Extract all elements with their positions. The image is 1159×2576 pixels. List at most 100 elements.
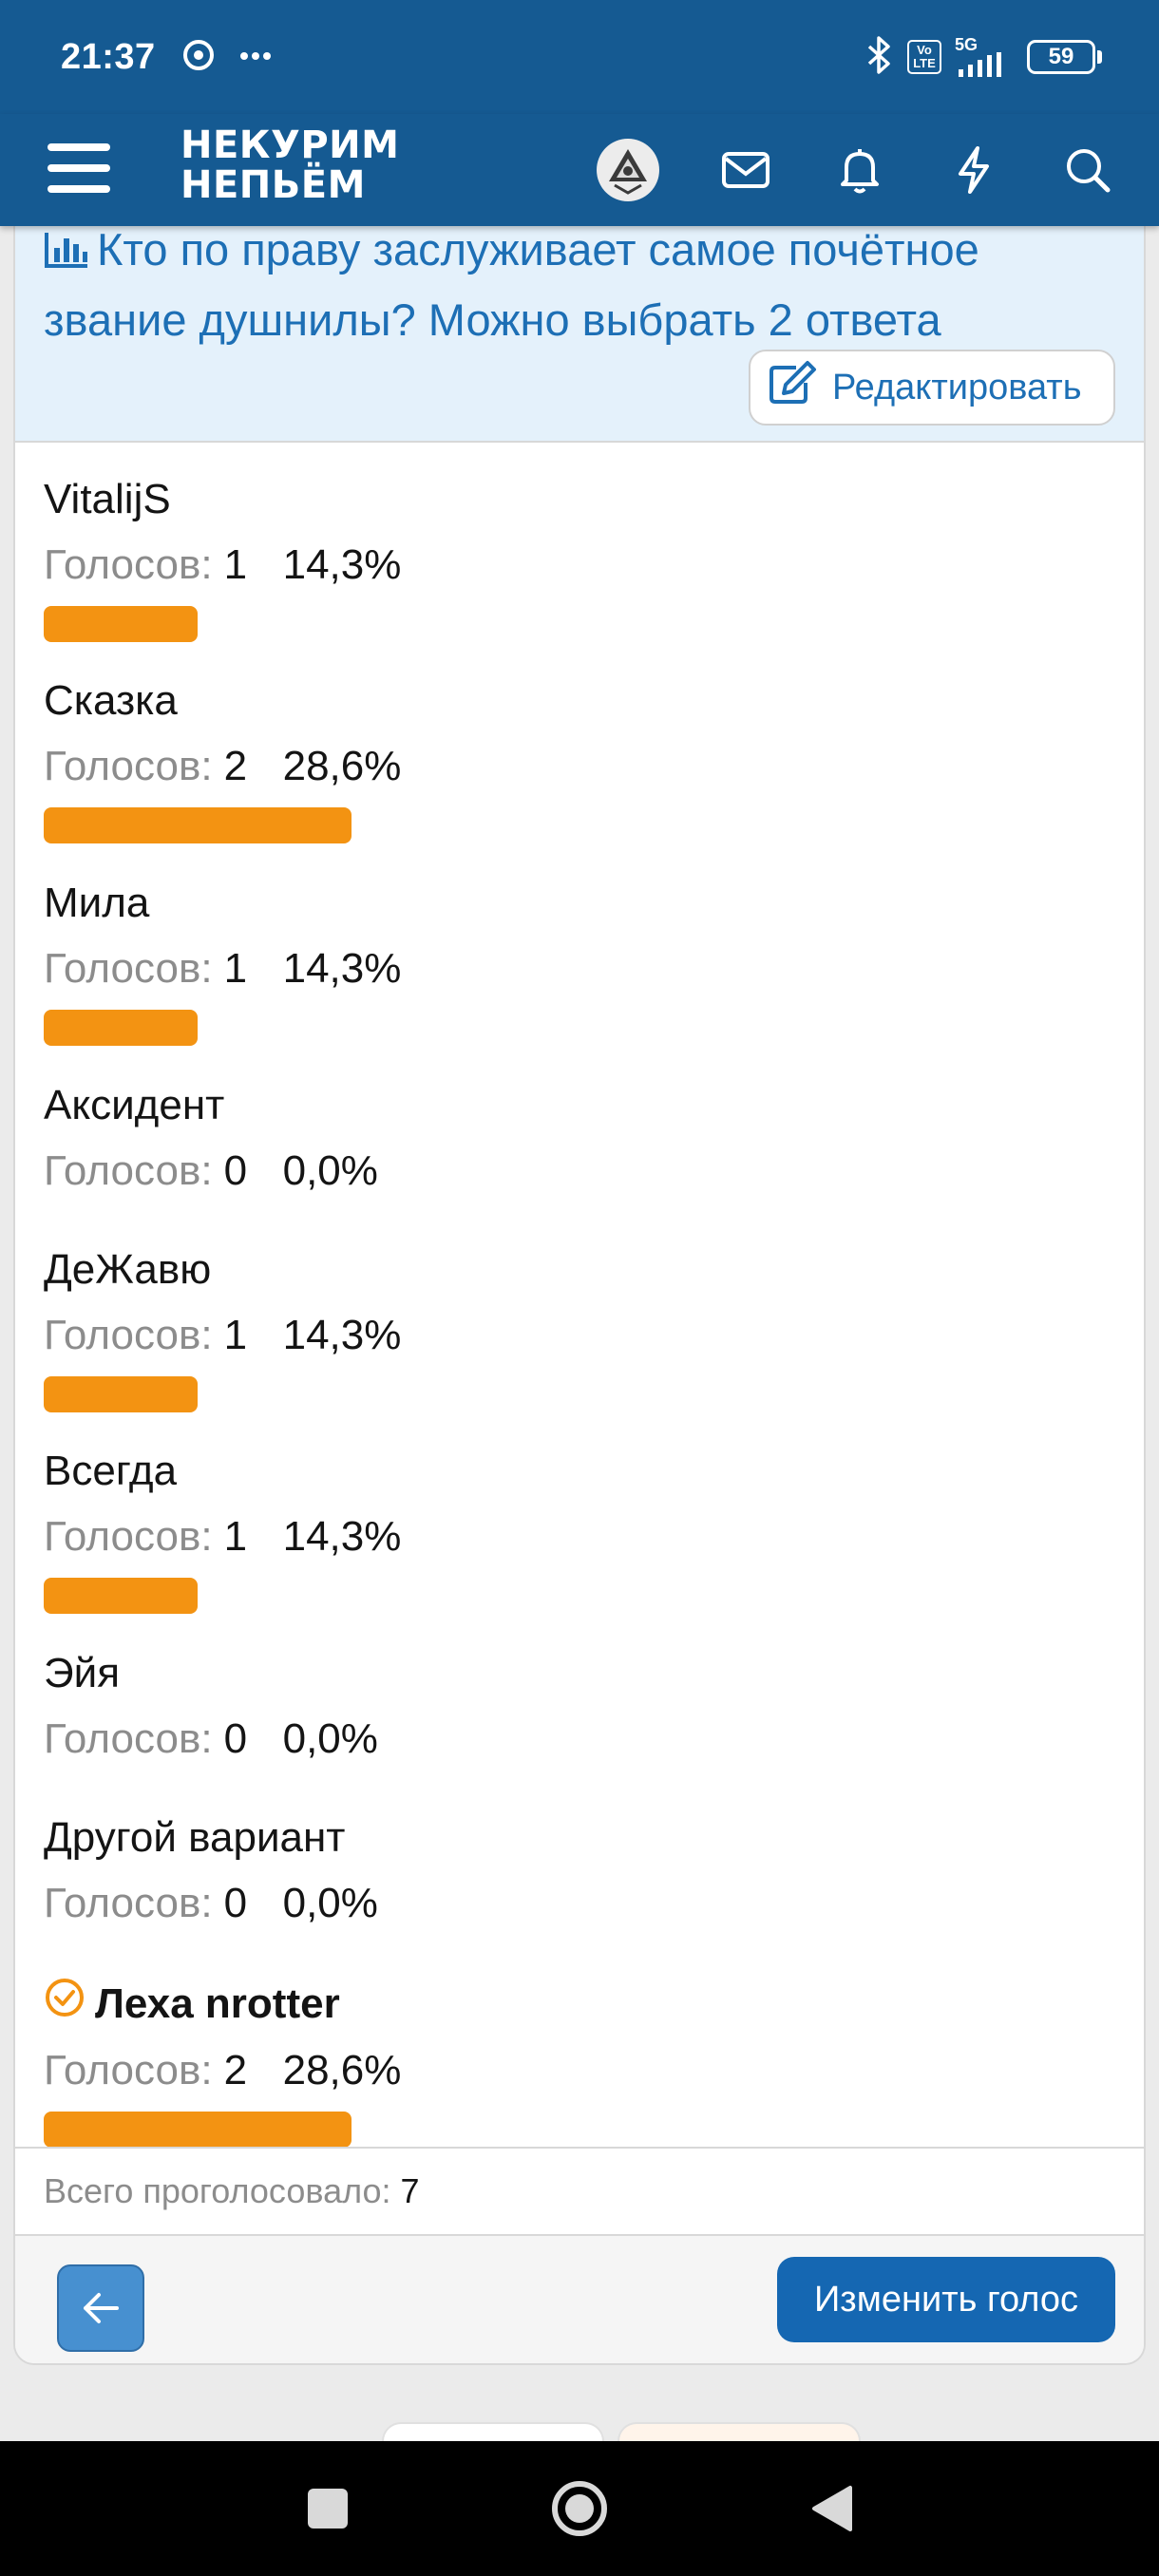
poll-option-bar-track <box>44 1376 1119 1412</box>
poll-option-stats: Голосов: 0 0,0% <box>44 1144 378 1199</box>
poll-option-label: Аксидент <box>44 1079 378 1132</box>
poll-option: Всегда Голосов: 1 14,3% <box>44 1445 1119 1614</box>
votes-count: 0 <box>223 1715 248 1762</box>
votes-label: Голосов: <box>44 541 213 588</box>
poll-actions: Изменить голос <box>15 2236 1144 2363</box>
signal-icon: 5G <box>955 35 1002 77</box>
votes-percent: 28,6% <box>282 2047 402 2093</box>
poll-option-bar <box>44 2112 352 2148</box>
poll-option-bar-track <box>44 1578 1119 1614</box>
back-nav-button[interactable] <box>800 2475 866 2542</box>
poll-option-label: Другой вариант <box>44 1811 378 1865</box>
poll-option: Сказка Голосов: 2 28,6% <box>44 674 1119 843</box>
votes-count: 1 <box>223 945 248 992</box>
lightning-icon[interactable] <box>942 139 1005 201</box>
poll-options: VitalijS Голосов: 1 14,3% Сказка Голосов: 2 28,… <box>15 443 1144 2148</box>
poll-option-bar-track <box>44 807 1119 843</box>
votes-label: Голосов: <box>44 1513 213 1560</box>
total-label: Всего проголосовало: <box>44 2171 391 2210</box>
avatar[interactable] <box>597 139 659 201</box>
mail-icon[interactable] <box>714 139 777 201</box>
poll-option-stats: Голосов: 0 0,0% <box>44 1712 378 1767</box>
poll-option-stats: Голосов: 1 14,3% <box>44 538 1119 593</box>
battery-level: 59 <box>1027 40 1095 74</box>
votes-label: Голосов: <box>44 1147 213 1194</box>
poll-option-bar <box>44 606 198 642</box>
poll-option-label: Эйя <box>44 1647 378 1700</box>
votes-percent: 0,0% <box>282 1147 378 1194</box>
votes-percent: 0,0% <box>282 1715 378 1762</box>
back-button[interactable] <box>57 2264 144 2352</box>
volte-icon: Vo LTE <box>907 40 941 74</box>
battery-icon: 59 <box>1027 40 1102 74</box>
votes-label: Голосов: <box>44 1880 213 1926</box>
chrome-icon <box>182 39 215 76</box>
more-dots-icon <box>239 48 272 66</box>
poll-option-bar-track <box>44 1010 1119 1046</box>
check-circle-icon <box>44 1977 86 2032</box>
logo-line-1: НЕКУРИМ <box>180 123 400 167</box>
poll-option: Леха nrotter Голосов: 2 28,6% <box>44 1977 1119 2148</box>
poll-option-bar-track <box>44 606 1119 642</box>
votes-count: 2 <box>223 743 248 789</box>
poll-card: Кто по праву заслуживает самое почётное … <box>13 224 1146 2365</box>
poll-option-label: Мила <box>44 877 1119 930</box>
votes-count: 0 <box>223 1147 248 1194</box>
poll-option: Другой вариант Голосов: 0 0,0% <box>44 1811 378 1931</box>
poll-option-stats: Голосов: 1 14,3% <box>44 1308 1119 1363</box>
votes-percent: 14,3% <box>282 1312 402 1358</box>
change-vote-button[interactable]: Изменить голос <box>777 2257 1115 2342</box>
votes-count: 1 <box>223 541 248 588</box>
poll-header: Кто по праву заслуживает самое почётное … <box>15 224 1144 443</box>
votes-percent: 14,3% <box>282 541 402 588</box>
arrow-left-icon <box>84 2293 119 2323</box>
poll-option-bar <box>44 1578 198 1614</box>
poll-option-stats: Голосов: 2 28,6% <box>44 739 1119 794</box>
poll-option-stats: Голосов: 1 14,3% <box>44 1509 1119 1564</box>
poll-option-text: Всегда <box>44 1448 178 1494</box>
status-time: 21:37 <box>61 36 156 77</box>
recents-button[interactable] <box>294 2475 361 2542</box>
search-icon[interactable] <box>1056 139 1119 201</box>
votes-label: Голосов: <box>44 1312 213 1358</box>
votes-count: 0 <box>223 1880 248 1926</box>
site-logo[interactable]: НЕКУРИМ НЕПЬЁМ <box>180 125 399 205</box>
poll-option: VitalijS Голосов: 1 14,3% <box>44 473 1119 642</box>
bar-chart-icon <box>44 224 89 287</box>
menu-icon[interactable] <box>46 135 112 201</box>
edit-icon <box>768 360 817 415</box>
poll-option-text: ДеЖавю <box>44 1246 212 1293</box>
status-bar: 21:37 Vo LTE 5G 59 <box>0 0 1159 114</box>
bell-icon[interactable] <box>828 139 891 201</box>
votes-percent: 14,3% <box>282 1513 402 1560</box>
logo-line-2: НЕПЬЁМ <box>180 163 366 207</box>
poll-option-bar <box>44 1376 198 1412</box>
system-nav-bar <box>0 2441 1159 2576</box>
poll-option: ДеЖавю Голосов: 1 14,3% <box>44 1243 1119 1412</box>
poll-option-text: Леха nrotter <box>95 1980 340 2027</box>
total-value: 7 <box>400 2171 420 2210</box>
votes-percent: 0,0% <box>282 1880 378 1926</box>
poll-option-label: Сказка <box>44 674 1119 728</box>
edit-button[interactable]: Редактировать <box>749 350 1115 426</box>
poll-option-text: Другой вариант <box>44 1814 346 1861</box>
votes-count: 1 <box>223 1513 248 1560</box>
poll-option-stats: Голосов: 1 14,3% <box>44 941 1119 996</box>
poll-total: Всего проголосовало: 7 <box>15 2147 1144 2236</box>
votes-count: 1 <box>223 1312 248 1358</box>
app-header: НЕКУРИМ НЕПЬЁМ <box>0 114 1159 226</box>
poll-option-text: Мила <box>44 880 150 926</box>
poll-option-label: VitalijS <box>44 473 1119 526</box>
home-button[interactable] <box>546 2475 613 2542</box>
poll-option-label: ДеЖавю <box>44 1243 1119 1297</box>
poll-title: Кто по праву заслуживает самое почётное … <box>44 224 979 345</box>
poll-option-text: VitalijS <box>44 476 171 522</box>
bluetooth-icon <box>865 35 894 80</box>
votes-label: Голосов: <box>44 2047 213 2093</box>
network-type: 5G <box>955 35 978 54</box>
poll-option: Эйя Голосов: 0 0,0% <box>44 1647 378 1767</box>
poll-option: Аксидент Голосов: 0 0,0% <box>44 1079 378 1199</box>
poll-option-stats: Голосов: 0 0,0% <box>44 1876 378 1931</box>
poll-option-label: Всегда <box>44 1445 1119 1498</box>
votes-count: 2 <box>223 2047 248 2093</box>
